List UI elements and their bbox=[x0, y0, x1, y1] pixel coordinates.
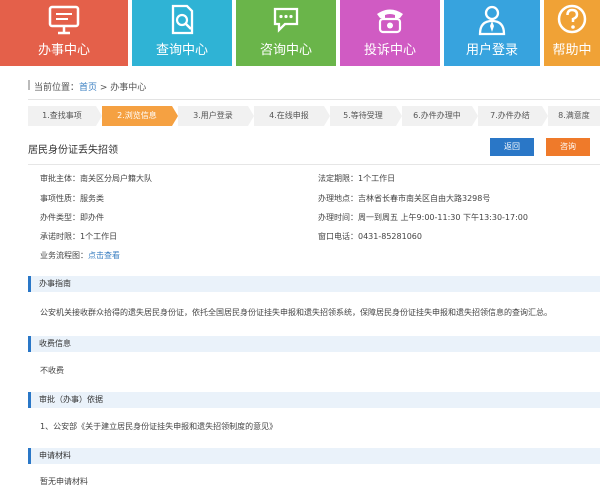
step-3: 3.用户登录 bbox=[178, 106, 254, 126]
step-2-current: 2.浏览信息 bbox=[102, 106, 178, 126]
progress-steps: 1.查找事项 2.浏览信息 3.用户登录 4.在线申报 5.等待受理 6.办件办… bbox=[28, 106, 600, 126]
info-address: 办理地点：吉林省长春市南关区自由大路3298号 bbox=[318, 194, 491, 203]
info-type: 办件类型：即办件 bbox=[40, 213, 104, 222]
breadcrumb-current: 办事中心 bbox=[110, 83, 147, 93]
nav-tile-login[interactable]: 用户登录 bbox=[444, 0, 540, 66]
section-text-materials: 暂无申请材料 bbox=[40, 477, 88, 486]
info-subject: 审批主体：南关区分局户籍大队 bbox=[40, 174, 152, 183]
breadcrumb-home-link[interactable]: 首页 bbox=[79, 83, 97, 93]
monitor-icon bbox=[48, 5, 80, 35]
nav-label: 办事中心 bbox=[37, 43, 90, 58]
divider bbox=[28, 164, 600, 165]
nav-label: 查询中心 bbox=[155, 43, 208, 58]
breadcrumb-marker bbox=[28, 80, 30, 90]
breadcrumb-separator: > bbox=[97, 83, 111, 93]
help-icon bbox=[557, 4, 587, 34]
user-icon bbox=[478, 5, 506, 36]
flow-label: 业务流程图： bbox=[40, 251, 88, 260]
page-title: 居民身份证丢失招领 bbox=[28, 145, 118, 156]
section-header-materials: 申请材料 bbox=[28, 448, 600, 464]
nav-tile-complaint[interactable]: 投诉中心 bbox=[340, 0, 440, 66]
step-7: 7.办件办结 bbox=[478, 106, 548, 126]
consult-button[interactable]: 咨询 bbox=[546, 138, 590, 156]
info-phone: 窗口电话：0431-85281060 bbox=[318, 232, 422, 241]
nav-tile-help[interactable]: 帮助中 bbox=[544, 0, 600, 66]
section-text-basis: 1、公安部《关于建立居民身份证挂失申报和遗失招领制度的意见》 bbox=[40, 422, 278, 431]
breadcrumb: 当前位置：首页 > 办事中心 bbox=[34, 80, 146, 93]
nav-label: 用户登录 bbox=[465, 43, 518, 58]
flow-chart-link[interactable]: 点击查看 bbox=[88, 251, 120, 260]
info-flow: 业务流程图：点击查看 bbox=[40, 250, 120, 261]
nav-label: 咨询中心 bbox=[259, 43, 312, 58]
nav-label: 投诉中心 bbox=[363, 43, 416, 58]
section-header-basis: 审批（办事）依据 bbox=[28, 392, 600, 408]
step-1: 1.查找事项 bbox=[28, 106, 102, 126]
section-header-fee: 收费信息 bbox=[28, 336, 600, 352]
top-navigation: 办事中心 查询中心 咨询中心 投诉中心 用户登录 帮助中 bbox=[0, 0, 600, 66]
step-4: 4.在线申报 bbox=[254, 106, 330, 126]
info-category: 事项性质：服务类 bbox=[40, 194, 104, 203]
step-5: 5.等待受理 bbox=[330, 106, 402, 126]
step-8: 8.满意度 bbox=[548, 106, 600, 126]
section-header-guide: 办事指南 bbox=[28, 276, 600, 292]
nav-tile-query[interactable]: 查询中心 bbox=[132, 0, 232, 66]
search-doc-icon bbox=[171, 4, 194, 35]
section-text-fee: 不收费 bbox=[40, 366, 64, 375]
telephone-icon bbox=[377, 9, 403, 34]
info-legal: 法定期限：1个工作日 bbox=[318, 174, 396, 183]
divider bbox=[28, 99, 600, 100]
nav-tile-consult[interactable]: 咨询中心 bbox=[236, 0, 336, 66]
nav-label: 帮助中 bbox=[552, 43, 592, 58]
chat-icon bbox=[273, 7, 299, 33]
breadcrumb-prefix: 当前位置： bbox=[34, 83, 80, 93]
section-text-guide: 公安机关接收群众拾得的遗失居民身份证，依托全国居民身份证挂失申报和遗失招领系统，… bbox=[40, 308, 552, 317]
step-6: 6.办件办理中 bbox=[402, 106, 478, 126]
nav-tile-service[interactable]: 办事中心 bbox=[0, 0, 128, 66]
info-hours: 办理时间：周一到周五 上午9:00-11:30 下午13:30-17:00 bbox=[318, 213, 528, 222]
back-button[interactable]: 返回 bbox=[490, 138, 534, 156]
info-promise: 承诺时限：1个工作日 bbox=[40, 232, 118, 241]
